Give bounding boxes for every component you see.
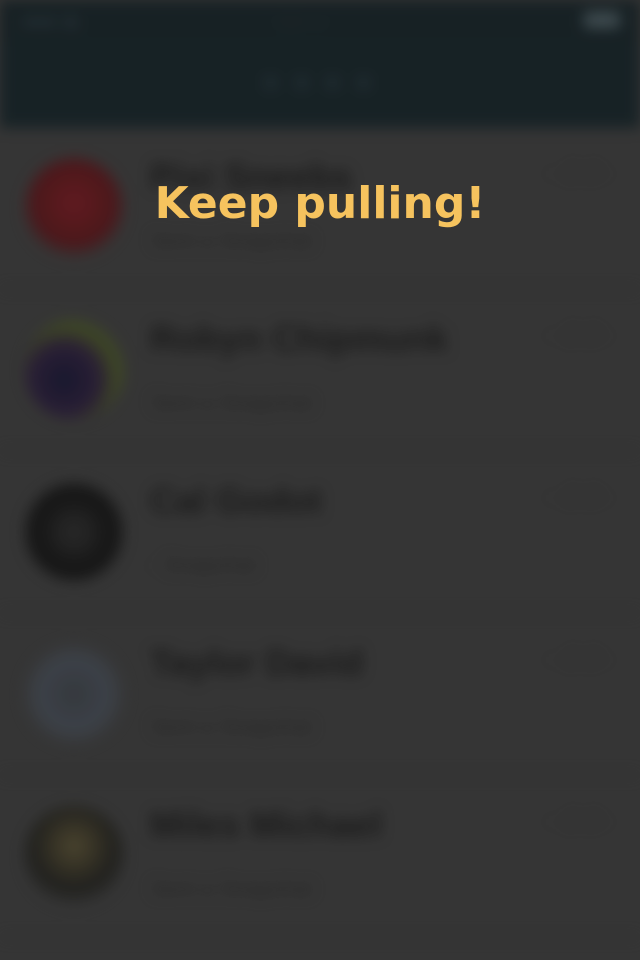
- pull-to-refresh-message: Keep pulling!: [154, 178, 486, 229]
- screen: ••••• ≋ ··:·· ·· ▪ ▪ ▪ ▪ Pixi Sneebs Sen…: [0, 0, 640, 960]
- dim-overlay: [0, 0, 640, 960]
